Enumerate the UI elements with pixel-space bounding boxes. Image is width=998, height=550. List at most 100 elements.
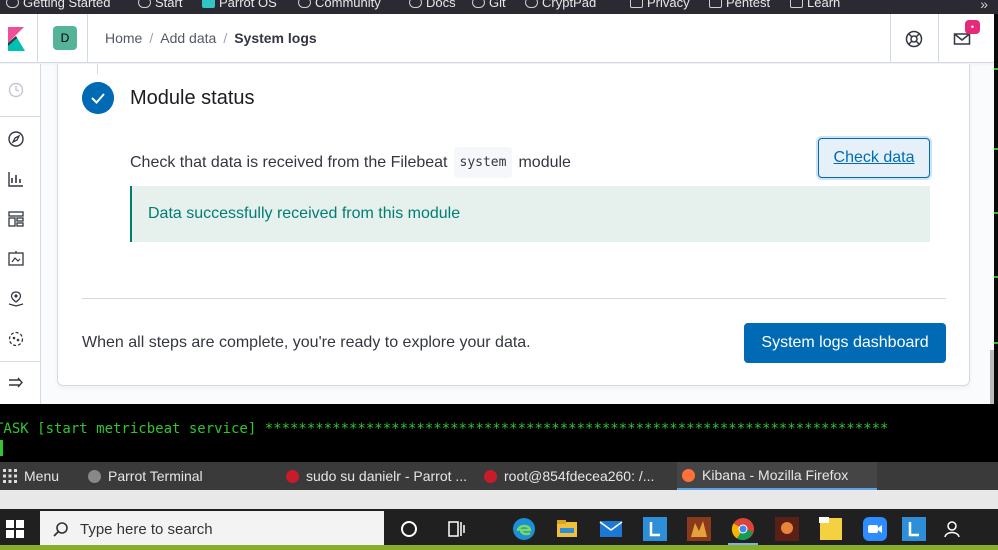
task-label: sudo su danielr - Parrot ... [306, 468, 468, 484]
ml-icon[interactable] [7, 330, 25, 348]
bookmark-cryptpad[interactable]: CryptPad [525, 0, 596, 10]
globe-icon [525, 0, 538, 8]
header-divider [890, 14, 891, 63]
launcher-l-2-icon[interactable] [902, 517, 926, 541]
people-icon[interactable] [942, 517, 966, 541]
breadcrumb-separator: / [223, 30, 228, 46]
nav-divider [0, 361, 40, 362]
terminal-output[interactable]: TASK [start metricbeat service] ********… [0, 404, 998, 462]
step-connector [97, 64, 98, 74]
game-icon[interactable] [687, 517, 711, 541]
globe-icon [298, 0, 311, 8]
kibana-header: D Home / Add data / System logs • [0, 14, 994, 63]
terminal-icon [88, 469, 101, 483]
window-gap [0, 490, 998, 509]
cortana-icon[interactable] [397, 517, 421, 541]
bookmark-learn[interactable]: Learn [790, 0, 840, 10]
breadcrumb-add-data[interactable]: Add data [160, 30, 216, 46]
kibana-logo-icon[interactable] [5, 27, 27, 51]
bookmark-git[interactable]: Git [472, 0, 506, 10]
step-title: Module status [130, 87, 255, 109]
globe-icon [138, 0, 151, 8]
bookmark-getting-started[interactable]: Getting Started [6, 0, 110, 10]
notification-badge: • [965, 20, 980, 34]
bookmarks-overflow-icon[interactable]: » [980, 0, 988, 12]
header-divider [87, 14, 88, 63]
check-data-button[interactable]: Check data [818, 138, 930, 178]
space-avatar[interactable]: D [53, 26, 77, 50]
task-label: root@854fdecea260: /... [504, 468, 655, 484]
app-grid-icon [3, 469, 17, 483]
globe-icon [409, 0, 422, 8]
help-icon[interactable] [905, 30, 923, 48]
background-terminal-edge [994, 14, 998, 404]
windows-taskbar: Type here to search [0, 509, 998, 550]
bookmark-community[interactable]: Community [298, 0, 381, 10]
task-view-icon[interactable] [444, 517, 468, 541]
folder-icon [790, 0, 803, 8]
bookmark-pentest[interactable]: Pentest [709, 0, 770, 10]
bookmarks-toolbar: Getting Started Start Parrot OS Communit… [0, 0, 998, 14]
success-callout: Data successfully received from this mod… [130, 186, 930, 242]
bookmark-docs[interactable]: Docs [409, 0, 456, 10]
game-2-icon[interactable] [775, 517, 799, 541]
dashboard-icon[interactable] [7, 210, 25, 228]
bookmark-privacy[interactable]: Privacy [630, 0, 690, 10]
breadcrumb-current: System logs [234, 30, 317, 46]
canvas-icon[interactable] [7, 250, 25, 268]
header-divider [37, 14, 38, 63]
module-code: system [453, 147, 513, 178]
parrot-icon [202, 0, 215, 8]
discover-compass-icon[interactable] [7, 130, 25, 148]
header-divider [938, 14, 939, 63]
completion-text: When all steps are complete, you're read… [82, 334, 531, 351]
search-icon [53, 522, 68, 537]
task-label: Parrot Terminal [108, 468, 203, 484]
file-explorer-icon[interactable] [555, 517, 579, 541]
terminal-cursor [0, 440, 3, 456]
folder-icon [630, 0, 643, 8]
windows-start-icon[interactable] [6, 520, 24, 538]
menu-label: Menu [24, 468, 60, 484]
parrot-panel: Menu Parrot Terminal sudo su danielr - P… [0, 462, 998, 490]
chrome-icon[interactable] [731, 517, 755, 541]
terminal-icon [286, 469, 299, 483]
firefox-icon [682, 468, 695, 482]
edge-icon[interactable] [512, 517, 536, 541]
system-logs-dashboard-button[interactable]: System logs dashboard [744, 323, 946, 363]
launcher-l-icon[interactable] [643, 517, 667, 541]
visualize-icon[interactable] [7, 170, 25, 188]
step-complete-check-icon [82, 82, 114, 114]
bookmark-start[interactable]: Start [138, 0, 182, 10]
description-text: Check that data is received from the Fil… [130, 153, 448, 171]
collapse-nav-icon[interactable] [7, 374, 25, 392]
taskbar-search[interactable]: Type here to search [40, 511, 384, 548]
breadcrumb-separator: / [149, 30, 154, 46]
desktop-edge [0, 545, 998, 550]
sticky-notes-icon[interactable] [819, 517, 843, 541]
section-divider [82, 298, 946, 299]
task-label: Kibana - Mozilla Firefox [702, 467, 849, 483]
terminal-icon [484, 469, 497, 483]
folder-icon [709, 0, 722, 8]
search-placeholder: Type here to search [80, 521, 213, 538]
globe-icon [472, 0, 485, 8]
side-nav [0, 64, 41, 404]
menu-button[interactable]: Menu [3, 462, 59, 490]
recent-clock-icon[interactable] [7, 81, 25, 99]
bookmark-parrot-os[interactable]: Parrot OS [202, 0, 277, 10]
step-description: Check that data is received from the Fil… [130, 147, 571, 178]
task-firefox[interactable]: Kibana - Mozilla Firefox [677, 462, 877, 490]
zoom-icon[interactable] [863, 517, 887, 541]
maps-icon[interactable] [7, 290, 25, 308]
task-sudo-terminal[interactable]: sudo su danielr - Parrot ... [286, 462, 467, 490]
terminal-line: TASK [start metricbeat service] ********… [0, 421, 889, 437]
module-status-panel: Module status Check that data is receive… [57, 64, 970, 386]
breadcrumb-home[interactable]: Home [105, 30, 142, 46]
task-parrot-terminal[interactable]: Parrot Terminal [88, 462, 203, 490]
task-root-terminal[interactable]: root@854fdecea260: /... [484, 462, 654, 490]
kibana-app: D Home / Add data / System logs • Module… [0, 14, 994, 404]
globe-icon [6, 0, 19, 8]
description-text: module [518, 153, 571, 171]
mail-app-icon[interactable] [599, 517, 623, 541]
